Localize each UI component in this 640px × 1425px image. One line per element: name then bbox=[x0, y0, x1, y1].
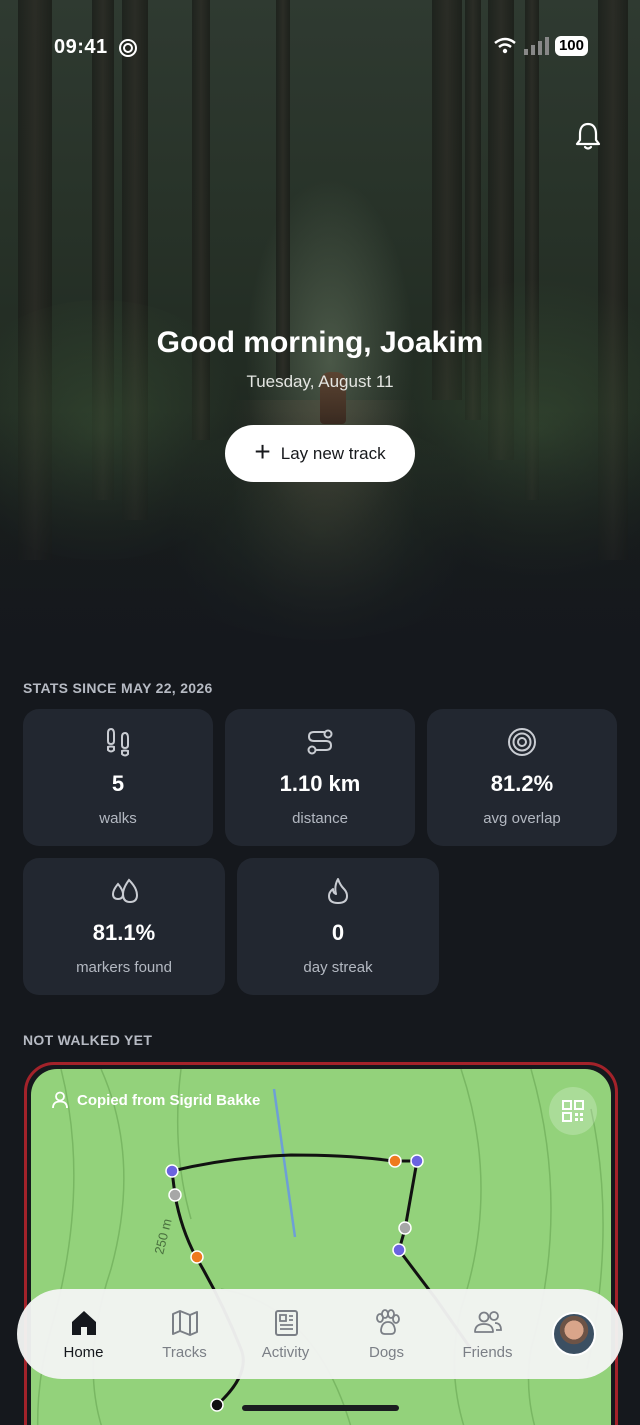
target-icon bbox=[508, 728, 536, 756]
battery-indicator: 100 bbox=[554, 36, 588, 56]
stat-value: 81.1% bbox=[92, 920, 156, 945]
nav-label: Activity bbox=[261, 1343, 310, 1361]
qr-code-icon bbox=[562, 1100, 584, 1122]
bottom-navigation: Home Tracks Activity Dogs Friends bbox=[17, 1289, 623, 1379]
location-icon bbox=[119, 39, 137, 57]
notifications-bell-icon[interactable] bbox=[572, 120, 604, 152]
stat-card-markers-found[interactable]: 81.1% markers found bbox=[23, 858, 225, 995]
nav-label: Tracks bbox=[162, 1343, 207, 1361]
stat-label: markers found bbox=[76, 959, 172, 976]
nav-label: Home bbox=[63, 1343, 104, 1361]
stat-card-avg-overlap[interactable]: 81.2% avg overlap bbox=[427, 709, 617, 846]
distance-label: 250 m bbox=[151, 1217, 174, 1256]
plus-icon: + bbox=[254, 436, 271, 467]
current-date: Tuesday, August 11 bbox=[246, 372, 394, 391]
nav-activity[interactable]: Activity bbox=[235, 1308, 336, 1361]
nav-friends[interactable]: Friends bbox=[437, 1308, 538, 1361]
stat-value: 0 bbox=[331, 920, 345, 945]
nav-tracks[interactable]: Tracks bbox=[134, 1308, 235, 1361]
not-walked-section-title: NOT WALKED YET bbox=[23, 1032, 153, 1048]
stat-card-day-streak[interactable]: 0 day streak bbox=[237, 858, 439, 995]
stat-value: 1.10 km bbox=[279, 771, 361, 796]
lay-new-track-label: Lay new track bbox=[280, 443, 386, 463]
stats-section-title: STATS SINCE MAY 22, 2026 bbox=[23, 680, 213, 696]
wifi-icon bbox=[494, 37, 516, 54]
signal-icon bbox=[523, 37, 549, 55]
stat-label: distance bbox=[292, 810, 348, 827]
nav-label: Friends bbox=[462, 1343, 513, 1361]
map-icon bbox=[171, 1309, 198, 1336]
stat-value: 5 bbox=[111, 771, 125, 796]
profile-avatar[interactable] bbox=[552, 1312, 596, 1356]
stat-label: day streak bbox=[303, 959, 373, 976]
status-time: 09:41 bbox=[54, 36, 108, 58]
greeting-title: Good morning, Joakim bbox=[156, 326, 484, 359]
newspaper-icon bbox=[274, 1309, 298, 1336]
home-indicator bbox=[242, 1405, 399, 1411]
nav-label: Dogs bbox=[368, 1343, 405, 1361]
stat-value: 81.2% bbox=[490, 771, 554, 796]
stat-label: walks bbox=[99, 810, 137, 827]
status-bar: 09:41 100 bbox=[0, 30, 640, 66]
copied-from-label: Copied from Sigrid Bakke bbox=[51, 1091, 260, 1109]
stat-label: avg overlap bbox=[483, 810, 561, 827]
home-icon bbox=[71, 1310, 96, 1335]
flame-icon bbox=[328, 878, 348, 904]
nav-dogs[interactable]: Dogs bbox=[336, 1308, 437, 1361]
users-icon bbox=[473, 1310, 502, 1333]
footprints-icon bbox=[107, 727, 129, 757]
user-icon bbox=[52, 1091, 68, 1109]
nav-home[interactable]: Home bbox=[33, 1308, 134, 1361]
stat-card-walks[interactable]: 5 walks bbox=[23, 709, 213, 846]
droplets-icon bbox=[111, 878, 139, 904]
lay-new-track-button[interactable]: + Lay new track bbox=[225, 425, 415, 482]
paw-icon bbox=[375, 1308, 400, 1335]
route-icon bbox=[307, 729, 333, 755]
copied-from-text: Copied from Sigrid Bakke bbox=[77, 1091, 261, 1109]
qr-code-button[interactable] bbox=[549, 1087, 597, 1135]
stat-card-distance[interactable]: 1.10 km distance bbox=[225, 709, 415, 846]
